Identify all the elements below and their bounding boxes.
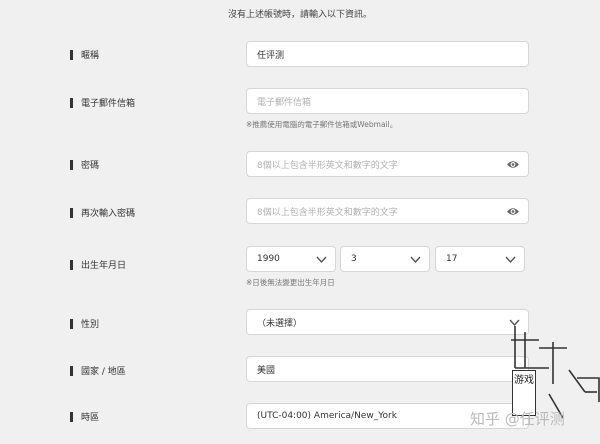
watermark-text: 知乎 @任评测 bbox=[470, 410, 565, 428]
email-label-text: 電子郵件信箱 bbox=[81, 99, 136, 109]
nickname-value: 任评测 bbox=[257, 50, 285, 61]
label-marker bbox=[70, 207, 73, 218]
label-marker bbox=[70, 318, 73, 329]
label-marker bbox=[70, 411, 73, 422]
password-input[interactable]: 8個以上包含半形英文和數字的文字 bbox=[246, 151, 529, 177]
birth-month-select[interactable]: 3 bbox=[340, 246, 430, 272]
timezone-value: (UTC-04:00) America/New_York bbox=[257, 411, 397, 421]
chevron-down-icon bbox=[316, 256, 327, 264]
show-password-eye-icon[interactable] bbox=[506, 159, 520, 170]
intro-text: 沒有上述帳號時，請輸入以下資訊。 bbox=[227, 10, 372, 20]
label-marker bbox=[70, 97, 73, 108]
birth-month-value: 3 bbox=[351, 254, 357, 264]
email-label: 電子郵件信箱 bbox=[70, 96, 135, 109]
birthday-hint: ※日後無法變更出生年月日 bbox=[246, 278, 335, 287]
nickname-label: 暱稱 bbox=[70, 48, 99, 61]
label-marker bbox=[70, 259, 73, 270]
country-label-text: 國家 / 地區 bbox=[81, 367, 126, 377]
timezone-label-text: 時區 bbox=[81, 413, 100, 423]
country-value: 美國 bbox=[257, 365, 276, 376]
birth-day-select[interactable]: 17 bbox=[435, 246, 525, 272]
password-confirm-label: 再次輸入密碼 bbox=[70, 206, 135, 219]
birth-year-select[interactable]: 1990 bbox=[246, 246, 336, 272]
label-marker bbox=[70, 159, 73, 170]
chevron-down-icon bbox=[505, 256, 516, 264]
password-confirm-input[interactable]: 8個以上包含半形英文和數字的文字 bbox=[246, 198, 529, 224]
birth-year-value: 1990 bbox=[257, 254, 280, 264]
birthday-label-text: 出生年月日 bbox=[81, 261, 127, 271]
nickname-input[interactable]: 任评测 bbox=[246, 41, 529, 67]
country-label: 國家 / 地區 bbox=[70, 364, 126, 377]
show-password-confirm-eye-icon[interactable] bbox=[506, 206, 520, 217]
nickname-label-text: 暱稱 bbox=[81, 51, 100, 61]
birthday-label: 出生年月日 bbox=[70, 258, 126, 271]
timezone-label: 時區 bbox=[70, 410, 99, 423]
chevron-down-icon bbox=[410, 256, 421, 264]
gender-label-text: 性別 bbox=[81, 320, 100, 330]
password-label-text: 密碼 bbox=[81, 161, 100, 171]
email-input[interactable]: 電子郵件信箱 bbox=[246, 88, 529, 114]
gender-label: 性別 bbox=[70, 317, 99, 330]
password-label: 密碼 bbox=[70, 158, 99, 171]
email-placeholder: 電子郵件信箱 bbox=[257, 97, 312, 108]
label-marker bbox=[70, 49, 73, 60]
password-confirm-label-text: 再次輸入密碼 bbox=[81, 209, 136, 219]
birth-day-value: 17 bbox=[446, 254, 458, 264]
password-confirm-placeholder: 8個以上包含半形英文和數字的文字 bbox=[257, 207, 398, 218]
label-marker bbox=[70, 365, 73, 376]
country-select[interactable]: 美國 bbox=[246, 356, 529, 382]
email-hint: ※推薦使用電腦的電子郵件信箱或Webmail。 bbox=[246, 120, 398, 129]
gender-value: （未選擇） bbox=[257, 318, 303, 329]
gender-select[interactable]: （未選擇） bbox=[246, 309, 529, 335]
password-placeholder: 8個以上包含半形英文和數字的文字 bbox=[257, 160, 398, 171]
